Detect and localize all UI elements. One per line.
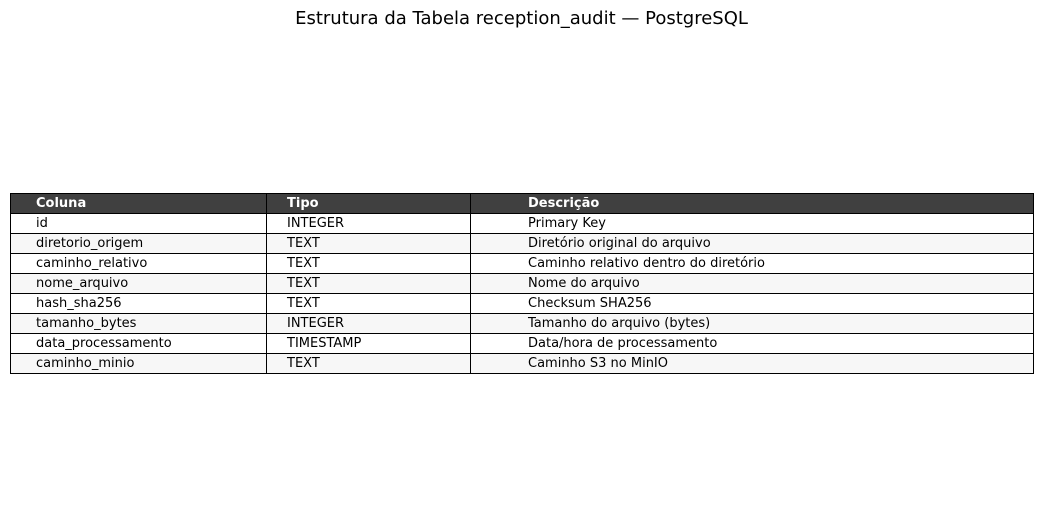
cell-coluna: data_processamento [10, 333, 267, 354]
cell-tipo: TEXT [266, 253, 471, 274]
table-row: caminho_relativo TEXT Caminho relativo d… [10, 253, 1034, 274]
cell-descricao: Tamanho do arquivo (bytes) [470, 313, 1034, 334]
cell-coluna: nome_arquivo [10, 273, 267, 294]
column-header-tipo: Tipo [266, 193, 471, 214]
cell-coluna: caminho_relativo [10, 253, 267, 274]
cell-coluna: id [10, 213, 267, 234]
cell-coluna: caminho_minio [10, 353, 267, 374]
cell-descricao: Diretório original do arquivo [470, 233, 1034, 254]
column-header-coluna: Coluna [10, 193, 267, 214]
table-row: id INTEGER Primary Key [10, 213, 1034, 234]
cell-tipo: TEXT [266, 293, 471, 314]
table-row: tamanho_bytes INTEGER Tamanho do arquivo… [10, 313, 1034, 334]
table-row: caminho_minio TEXT Caminho S3 no MinIO [10, 353, 1034, 374]
cell-descricao: Nome do arquivo [470, 273, 1034, 294]
cell-coluna: hash_sha256 [10, 293, 267, 314]
cell-coluna: tamanho_bytes [10, 313, 267, 334]
cell-tipo: TEXT [266, 353, 471, 374]
table-header-row: Coluna Tipo Descrição [10, 193, 1034, 214]
table-row: diretorio_origem TEXT Diretório original… [10, 233, 1034, 254]
column-header-descricao: Descrição [470, 193, 1034, 214]
cell-coluna: diretorio_origem [10, 233, 267, 254]
cell-tipo: INTEGER [266, 213, 471, 234]
cell-tipo: TEXT [266, 273, 471, 294]
cell-descricao: Caminho relativo dentro do diretório [470, 253, 1034, 274]
cell-tipo: TIMESTAMP [266, 333, 471, 354]
cell-tipo: TEXT [266, 233, 471, 254]
schema-table: Coluna Tipo Descrição id INTEGER Primary… [10, 193, 1034, 374]
cell-tipo: INTEGER [266, 313, 471, 334]
table-row: data_processamento TIMESTAMP Data/hora d… [10, 333, 1034, 354]
table-row: hash_sha256 TEXT Checksum SHA256 [10, 293, 1034, 314]
cell-descricao: Data/hora de processamento [470, 333, 1034, 354]
chart-title: Estrutura da Tabela reception_audit — Po… [295, 8, 748, 29]
cell-descricao: Checksum SHA256 [470, 293, 1034, 314]
table-row: nome_arquivo TEXT Nome do arquivo [10, 273, 1034, 294]
cell-descricao: Primary Key [470, 213, 1034, 234]
cell-descricao: Caminho S3 no MinIO [470, 353, 1034, 374]
